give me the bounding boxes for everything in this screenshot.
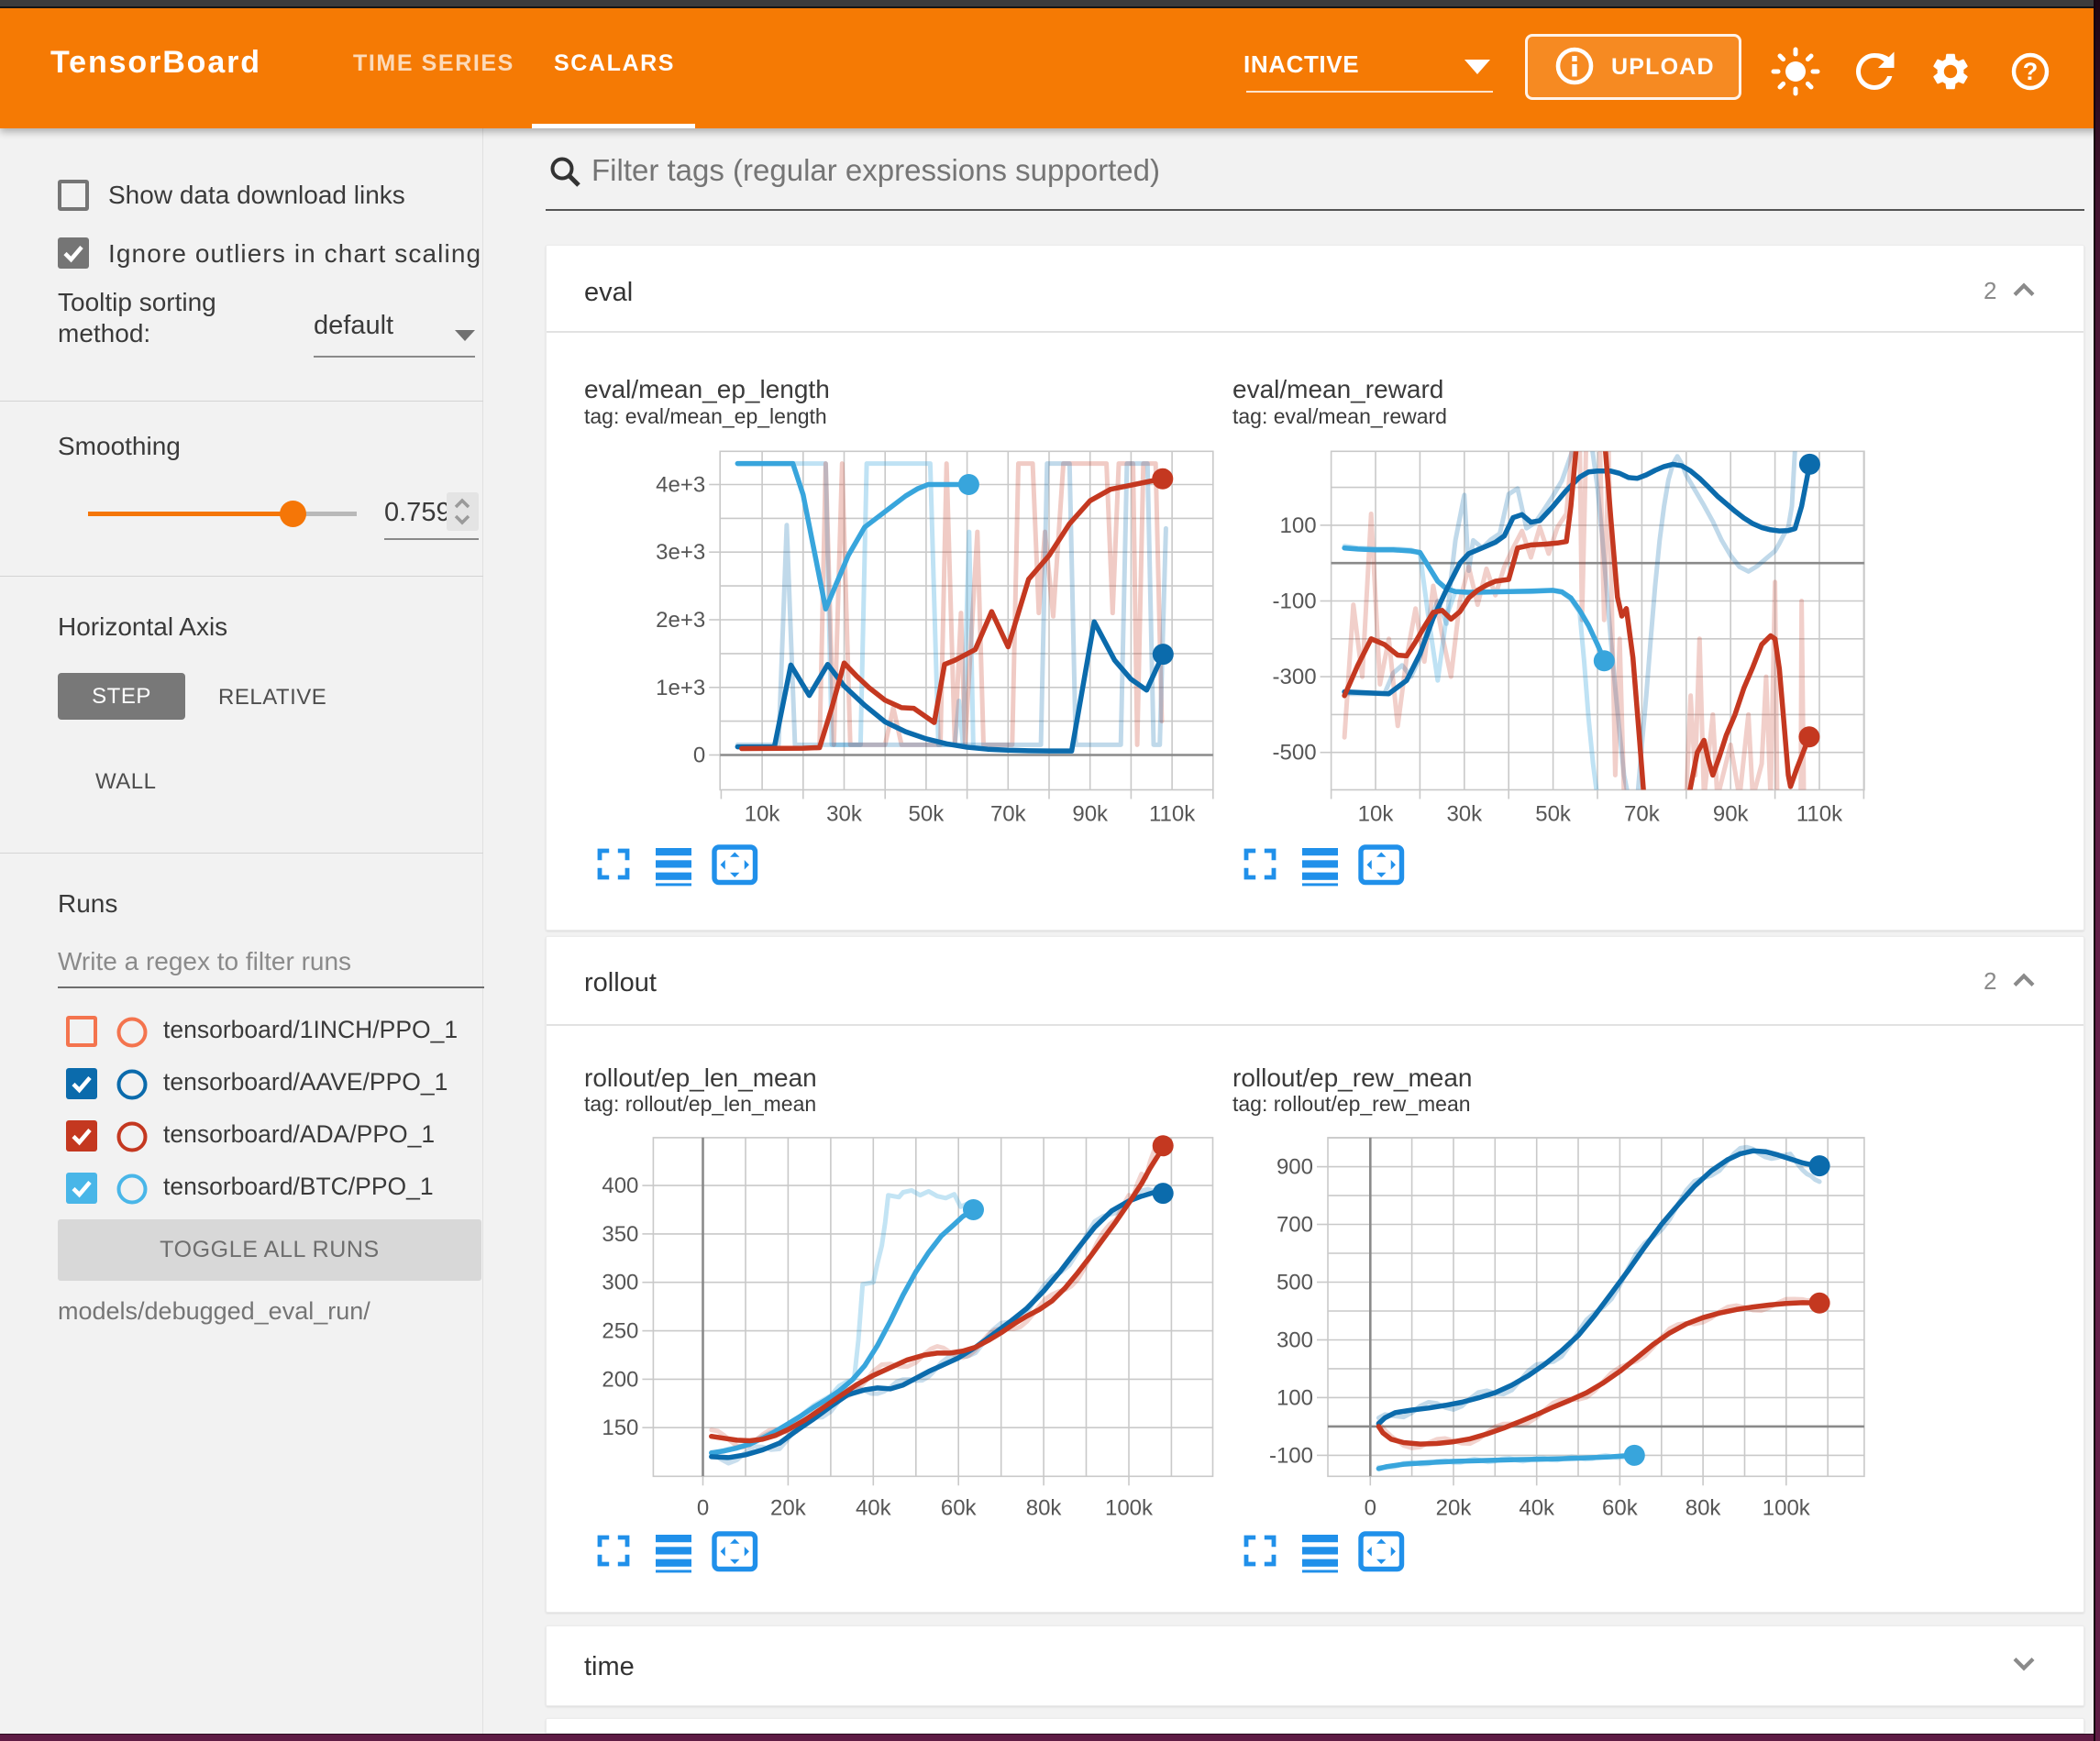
svg-text:80k: 80k <box>1026 1495 1063 1520</box>
svg-text:2e+3: 2e+3 <box>656 608 705 633</box>
svg-text:90k: 90k <box>1713 802 1750 827</box>
svg-text:60k: 60k <box>1602 1495 1639 1520</box>
svg-text:40k: 40k <box>1519 1495 1555 1520</box>
svg-text:30k: 30k <box>1446 802 1483 827</box>
svg-text:20k: 20k <box>770 1495 807 1520</box>
svg-text:100k: 100k <box>1763 1495 1811 1520</box>
svg-text:tag: rollout/ep_rew_mean: tag: rollout/ep_rew_mean <box>1232 1092 1471 1116</box>
svg-text:?: ? <box>2023 58 2039 85</box>
svg-text:60k: 60k <box>941 1495 978 1520</box>
svg-text:80k: 80k <box>1686 1495 1722 1520</box>
svg-text:rollout/ep_rew_mean: rollout/ep_rew_mean <box>1232 1063 1473 1092</box>
svg-text:70k: 70k <box>1624 802 1661 827</box>
svg-text:400: 400 <box>602 1174 638 1198</box>
svg-text:300: 300 <box>1277 1328 1313 1353</box>
svg-text:eval/mean_ep_length: eval/mean_ep_length <box>584 375 830 403</box>
svg-text:tag: eval/mean_ep_length: tag: eval/mean_ep_length <box>584 404 827 428</box>
svg-text:1e+3: 1e+3 <box>656 676 705 700</box>
svg-text:10k: 10k <box>745 802 781 827</box>
svg-text:-100: -100 <box>1273 590 1317 614</box>
svg-text:eval/mean_reward: eval/mean_reward <box>1232 375 1443 403</box>
svg-text:300: 300 <box>602 1271 638 1295</box>
svg-text:4e+3: 4e+3 <box>656 473 705 498</box>
svg-text:110k: 110k <box>1149 802 1196 827</box>
svg-text:90k: 90k <box>1072 802 1109 827</box>
svg-text:700: 700 <box>1277 1213 1313 1238</box>
svg-text:30k: 30k <box>826 802 863 827</box>
svg-text:350: 350 <box>602 1222 638 1247</box>
svg-text:500: 500 <box>1277 1271 1313 1295</box>
svg-text:200: 200 <box>602 1367 638 1392</box>
svg-text:50k: 50k <box>909 802 945 827</box>
svg-text:0: 0 <box>697 1495 709 1520</box>
svg-text:100: 100 <box>1280 513 1317 538</box>
svg-text:rollout/ep_len_mean: rollout/ep_len_mean <box>584 1063 817 1092</box>
svg-text:20k: 20k <box>1436 1495 1473 1520</box>
svg-text:50k: 50k <box>1535 802 1572 827</box>
svg-text:tag: rollout/ep_len_mean: tag: rollout/ep_len_mean <box>584 1092 816 1116</box>
svg-text:40k: 40k <box>856 1495 892 1520</box>
svg-text:0: 0 <box>693 744 705 768</box>
svg-text:-100: -100 <box>1269 1443 1313 1468</box>
svg-text:-500: -500 <box>1273 741 1317 766</box>
svg-text:10k: 10k <box>1358 802 1395 827</box>
svg-text:100: 100 <box>1277 1385 1313 1410</box>
svg-text:tag: eval/mean_reward: tag: eval/mean_reward <box>1232 404 1447 428</box>
svg-text:900: 900 <box>1277 1155 1313 1180</box>
svg-text:3e+3: 3e+3 <box>656 540 705 565</box>
svg-text:70k: 70k <box>990 802 1027 827</box>
svg-text:0: 0 <box>1365 1495 1376 1520</box>
svg-text:-300: -300 <box>1273 665 1317 689</box>
svg-text:110k: 110k <box>1796 802 1843 827</box>
svg-text:100k: 100k <box>1105 1495 1154 1520</box>
svg-text:250: 250 <box>602 1319 638 1344</box>
svg-text:150: 150 <box>602 1416 638 1440</box>
